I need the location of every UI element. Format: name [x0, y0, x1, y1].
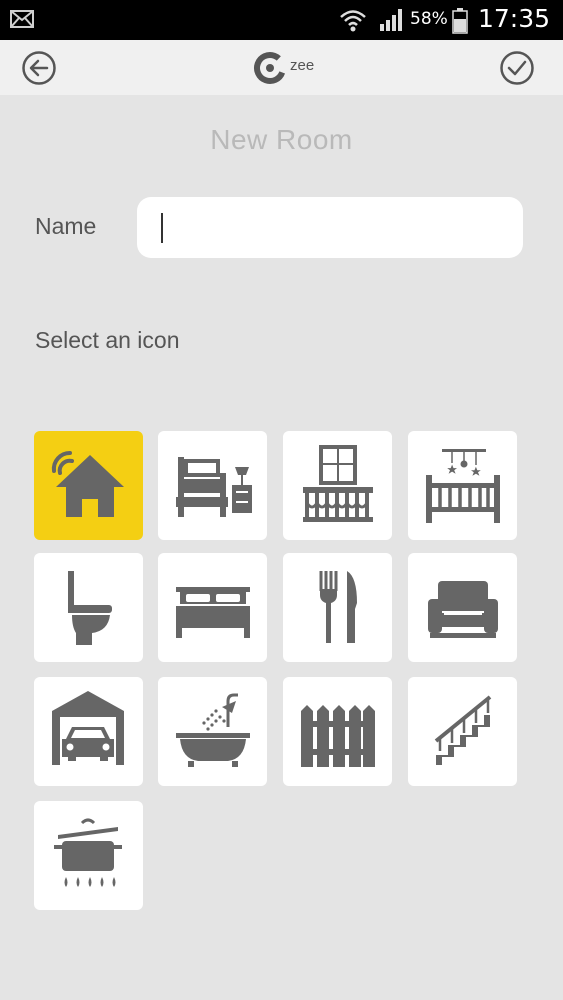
wifi-icon	[340, 10, 366, 32]
name-input[interactable]	[137, 197, 523, 258]
page-title: New Room	[210, 124, 353, 155]
double-bed-icon	[176, 587, 250, 638]
icon-tile-garden[interactable]	[283, 677, 392, 786]
logo-text: zee	[290, 57, 315, 74]
czee-logo: zee	[252, 50, 324, 86]
icon-tile-kitchen[interactable]	[34, 801, 143, 910]
icon-tile-bathroom[interactable]	[158, 677, 267, 786]
app-bar: zee	[0, 40, 563, 95]
armchair-icon	[428, 581, 498, 638]
garden-fence-icon	[301, 705, 375, 767]
signal-icon	[380, 9, 402, 31]
status-bar: 58% 17:35	[0, 0, 563, 40]
back-button[interactable]	[21, 50, 57, 86]
icon-tile-home[interactable]	[34, 431, 143, 540]
icon-tile-double-bed[interactable]	[158, 553, 267, 662]
icon-tile-dining[interactable]	[283, 553, 392, 662]
icon-tile-balcony[interactable]	[283, 431, 392, 540]
text-cursor	[161, 213, 163, 243]
balcony-icon	[303, 445, 373, 522]
mail-notification-icon	[10, 10, 34, 28]
icon-tile-bedroom[interactable]	[158, 431, 267, 540]
bathtub-shower-icon	[176, 693, 250, 767]
bedroom-nightstand-icon	[176, 457, 252, 517]
clock: 17:35	[478, 4, 551, 33]
toilet-icon	[68, 571, 112, 645]
kitchen-pot-icon	[54, 818, 122, 887]
confirm-button[interactable]	[499, 50, 535, 86]
stairs-icon	[434, 695, 492, 765]
logo-mark-icon	[254, 52, 286, 84]
garage-car-icon	[52, 691, 124, 765]
battery-icon	[452, 8, 468, 34]
nursery-crib-icon	[426, 449, 500, 523]
icon-tile-nursery[interactable]	[408, 431, 517, 540]
battery-percentage: 58%	[410, 9, 448, 29]
icon-tile-stairs[interactable]	[408, 677, 517, 786]
home-icon	[51, 450, 124, 517]
icon-tile-garage[interactable]	[34, 677, 143, 786]
select-icon-label: Select an icon	[35, 327, 180, 353]
name-label: Name	[35, 213, 97, 239]
icon-tile-toilet[interactable]	[34, 553, 143, 662]
icon-tile-living-room[interactable]	[408, 553, 517, 662]
dining-fork-knife-icon	[319, 571, 357, 643]
